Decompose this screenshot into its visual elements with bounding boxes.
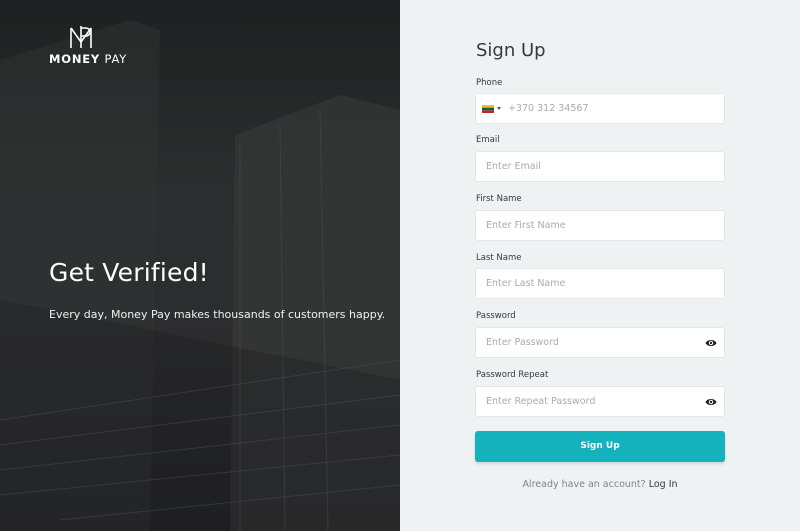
form-title: Sign Up (476, 40, 546, 61)
first-name-placeholder: Enter First Name (486, 220, 566, 231)
brand-name-bold: MONEY (49, 52, 101, 66)
hero-panel: MONEY PAY Get Verified! Every day, Money… (0, 0, 400, 531)
money-pay-logo-icon (70, 26, 92, 48)
login-prompt-text: Already have an account? (522, 479, 646, 490)
brand-name: MONEY PAY (49, 52, 127, 66)
login-prompt: Already have an account? Log In (400, 479, 800, 490)
signup-form-panel: Sign Up Phone +370 312 34567 Email Enter… (400, 0, 800, 531)
hero-subtitle: Every day, Money Pay makes thousands of … (49, 308, 386, 321)
first-name-label: First Name (476, 194, 522, 204)
phone-input[interactable]: +370 312 34567 (475, 93, 725, 124)
lithuania-flag-icon[interactable] (482, 105, 494, 113)
sign-up-button[interactable]: Sign Up (475, 431, 725, 462)
password-label: Password (476, 311, 516, 321)
password-repeat-label: Password Repeat (476, 370, 549, 380)
password-input[interactable]: Enter Password (475, 327, 725, 358)
phone-label: Phone (476, 78, 503, 88)
phone-placeholder: +370 312 34567 (508, 103, 589, 114)
show-password-eye-icon[interactable] (705, 338, 717, 348)
last-name-placeholder: Enter Last Name (486, 278, 566, 289)
brand-name-light: PAY (104, 52, 128, 66)
email-input[interactable]: Enter Email (475, 151, 725, 182)
password-placeholder: Enter Password (486, 337, 559, 348)
hero-title: Get Verified! (49, 258, 209, 287)
email-placeholder: Enter Email (486, 161, 541, 172)
password-repeat-input[interactable]: Enter Repeat Password (475, 386, 725, 417)
email-label: Email (476, 135, 500, 145)
country-dropdown-caret-icon[interactable] (497, 107, 501, 110)
last-name-label: Last Name (476, 253, 522, 263)
log-in-link[interactable]: Log In (649, 479, 678, 490)
signup-page: MONEY PAY Get Verified! Every day, Money… (0, 0, 800, 531)
show-password-repeat-eye-icon[interactable] (705, 397, 717, 407)
last-name-input[interactable]: Enter Last Name (475, 268, 725, 299)
password-repeat-placeholder: Enter Repeat Password (486, 396, 596, 407)
first-name-input[interactable]: Enter First Name (475, 210, 725, 241)
